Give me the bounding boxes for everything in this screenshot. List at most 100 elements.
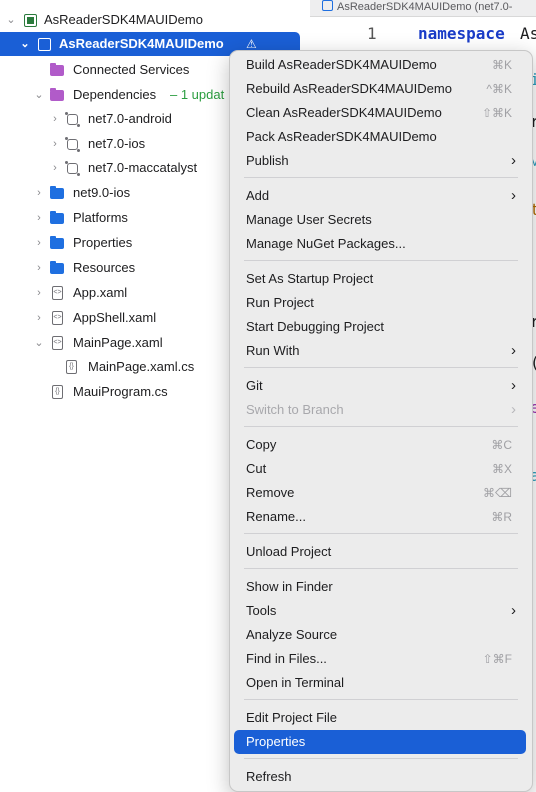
menu-item-git[interactable]: Git › [234,374,526,398]
chevron-right-icon[interactable]: › [50,132,60,156]
tree-item-label: MainPage.xaml.cs [88,359,195,374]
menu-item-set-startup[interactable]: Set As Startup Project [234,267,526,291]
menu-item-refresh[interactable]: Refresh [234,765,526,789]
menu-item-label: Add [246,188,270,203]
chevron-right-icon[interactable]: › [34,206,44,230]
menu-item-label: Unload Project [246,544,332,559]
submenu-arrow-icon: › [511,401,516,418]
menu-item-copy[interactable]: Copy ⌘C [234,433,526,457]
xaml-file-icon: <> [52,336,63,350]
tree-item-label: Platforms [73,210,128,225]
solution-icon [24,14,37,27]
menu-item-label: Manage NuGet Packages... [246,236,406,251]
chevron-down-icon[interactable]: ⌄ [20,32,30,56]
chevron-down-icon[interactable]: ⌄ [6,8,16,32]
menu-item-start-debugging[interactable]: Start Debugging Project [234,315,526,339]
menu-item-label: Build AsReaderSDK4MAUIDemo [246,57,437,72]
menu-item-switch-branch: Switch to Branch › [234,398,526,422]
chevron-right-icon[interactable]: › [34,231,44,255]
framework-icon [65,161,80,176]
tree-item-label: net7.0-android [88,111,172,126]
menu-item-run-with[interactable]: Run With › [234,339,526,363]
menu-separator [244,699,518,700]
menu-item-label: Manage User Secrets [246,212,372,227]
menu-item-add[interactable]: Add › [234,184,526,208]
menu-item-rename[interactable]: Rename... ⌘R [234,505,526,529]
menu-item-label: Git [246,378,263,393]
menu-item-label: Rename... [246,509,306,524]
menu-item-properties[interactable]: Properties [234,730,526,754]
menu-item-find-in-files[interactable]: Find in Files... ⇧⌘F [234,647,526,671]
tree-item-label: Resources [73,260,136,275]
submenu-arrow-icon: › [511,377,516,394]
shortcut-label: ⌘C [491,438,512,452]
shortcut-label: ⌘⌫ [483,486,512,500]
menu-separator [244,568,518,569]
menu-item-unload-project[interactable]: Unload Project [234,540,526,564]
framework-icon [65,112,80,127]
cs-file-icon: {} [66,360,77,374]
context-menu: Build AsReaderSDK4MAUIDemo ⌘K Rebuild As… [229,50,533,792]
xaml-file-icon: <> [52,286,63,300]
menu-item-pack[interactable]: Pack AsReaderSDK4MAUIDemo [234,125,526,149]
chevron-down-icon[interactable]: ⌄ [34,83,44,107]
tree-item-label: net9.0-ios [73,185,131,200]
menu-item-label: Cut [246,461,267,476]
editor-tab-bar: AsReaderSDK4MAUIDemo (net7.0- [310,0,536,17]
menu-item-open-in-terminal[interactable]: Open in Terminal [234,671,526,695]
menu-separator [244,177,518,178]
code-identifier: As [520,24,536,43]
chevron-down-icon[interactable]: ⌄ [34,331,44,355]
menu-item-label: Open in Terminal [246,675,345,690]
submenu-arrow-icon: › [511,602,516,619]
menu-item-label: Rebuild AsReaderSDK4MAUIDemo [246,81,452,96]
chevron-right-icon[interactable]: › [34,281,44,305]
menu-item-edit-project-file[interactable]: Edit Project File [234,706,526,730]
menu-item-label: Remove [246,485,295,500]
menu-item-remove[interactable]: Remove ⌘⌫ [234,481,526,505]
chevron-right-icon[interactable]: › [50,156,60,180]
line-number: 1 [367,24,377,43]
chevron-right-icon[interactable]: › [34,181,44,205]
shortcut-label: ⇧⌘K [481,106,512,120]
tree-item-label: net7.0-maccatalyst [88,160,198,175]
tree-item-label: MauiProgram.cs [73,384,168,399]
tree-item-label: Properties [73,235,133,250]
menu-separator [244,426,518,427]
menu-item-label: Start Debugging Project [246,319,385,334]
menu-item-cut[interactable]: Cut ⌘X [234,457,526,481]
menu-separator [244,758,518,759]
menu-item-publish[interactable]: Publish › [234,149,526,173]
tree-item-label: Connected Services [73,62,190,77]
menu-item-rebuild[interactable]: Rebuild AsReaderSDK4MAUIDemo ^⌘K [234,77,526,101]
menu-item-manage-nuget[interactable]: Manage NuGet Packages... [234,232,526,256]
chevron-right-icon[interactable]: › [34,306,44,330]
menu-separator [244,367,518,368]
submenu-arrow-icon: › [511,187,516,204]
menu-item-label: Show in Finder [246,579,333,594]
framework-icon [65,137,80,152]
tree-root-solution[interactable]: ⌄ AsReaderSDK4MAUIDemo [0,8,300,32]
code-keyword: namespace [418,24,505,43]
menu-item-tools[interactable]: Tools › [234,599,526,623]
menu-item-label: Tools [246,603,277,618]
menu-item-build[interactable]: Build AsReaderSDK4MAUIDemo ⌘K [234,53,526,77]
menu-item-show-in-finder[interactable]: Show in Finder [234,575,526,599]
menu-item-clean[interactable]: Clean AsReaderSDK4MAUIDemo ⇧⌘K [234,101,526,125]
editor-tab[interactable]: AsReaderSDK4MAUIDemo (net7.0- [322,0,512,15]
submenu-arrow-icon: › [511,342,516,359]
chevron-right-icon[interactable]: › [34,256,44,280]
tree-item-label: net7.0-ios [88,136,146,151]
menu-item-label: Properties [246,734,306,749]
menu-item-label: Copy [246,437,277,452]
tree-item-label: AsReaderSDK4MAUIDemo [44,12,203,27]
folder-icon [50,261,64,274]
shortcut-label: ⇧⌘F [482,652,512,666]
chevron-right-icon[interactable]: › [50,107,60,131]
submenu-arrow-icon: › [511,152,516,169]
menu-item-manage-user-secrets[interactable]: Manage User Secrets [234,208,526,232]
update-note: – 1 updat [170,87,225,102]
menu-item-analyze-source[interactable]: Analyze Source [234,623,526,647]
menu-item-run-project[interactable]: Run Project [234,291,526,315]
folder-icon [50,186,64,199]
